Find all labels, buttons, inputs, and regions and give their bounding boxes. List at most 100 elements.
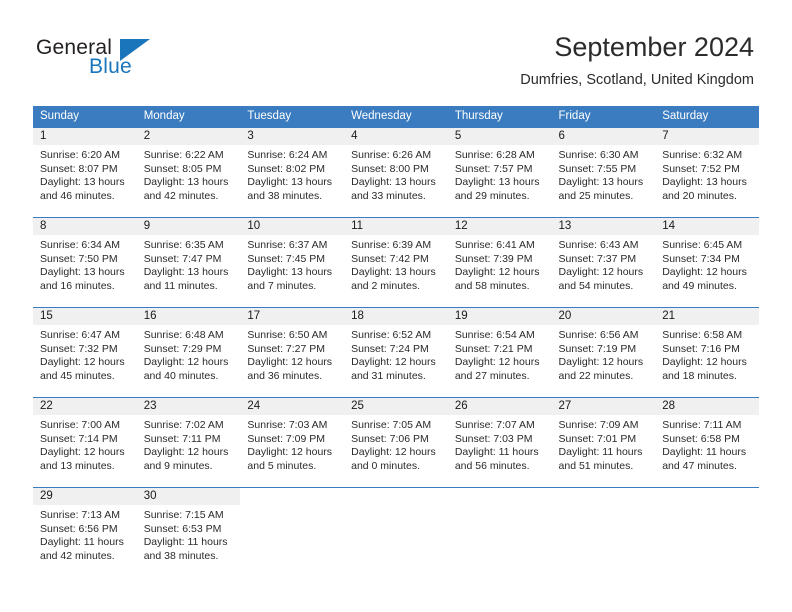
sunset-time: Sunset: 6:58 PM [662, 432, 740, 445]
calendar-day-cell[interactable]: 17 Sunrise: 6:50 AM Sunset: 7:27 PM Dayligh… [240, 307, 345, 398]
day-cell-content: 14 Sunrise: 6:45 AM Sunset: 7:34 PM Dayligh… [655, 218, 759, 307]
calendar-day-cell[interactable]: 24 Sunrise: 7:03 AM Sunset: 7:09 PM Dayligh… [240, 397, 345, 488]
daylight-duration-line2: and 11 minutes. [143, 279, 218, 292]
calendar-day-cell[interactable]: 8 Sunrise: 6:34 AM Sunset: 7:50 PM Daylight… [33, 217, 137, 308]
calendar-day-cell[interactable]: 10 Sunrise: 6:37 AM Sunset: 7:45 PM Dayligh… [240, 217, 345, 308]
daylight-duration-line2: and 27 minutes. [454, 369, 530, 382]
sunrise-time: Sunrise: 6:47 AM [40, 329, 120, 341]
day-sun-info: Sunrise: 6:47 AM Sunset: 7:32 PM Daylight:… [33, 325, 137, 383]
calendar-day-cell[interactable]: 18 Sunrise: 6:52 AM Sunset: 7:24 PM Dayligh… [344, 307, 448, 398]
sunset-time: Sunset: 7:16 PM [662, 342, 740, 355]
page-title: September 2024 [554, 32, 754, 62]
sunset-time: Sunset: 7:50 PM [40, 252, 118, 265]
sunrise-time: Sunrise: 6:41 AM [454, 239, 535, 251]
daylight-duration-line1: Daylight: 12 hours [247, 356, 333, 369]
calendar-day-cell[interactable]: 21 Sunrise: 6:58 AM Sunset: 7:16 PM Dayligh… [655, 307, 759, 398]
day-number: 7 [655, 128, 759, 145]
daylight-duration-line1: Daylight: 12 hours [143, 446, 229, 459]
day-sun-info: Sunrise: 6:35 AM Sunset: 7:47 PM Daylight:… [137, 235, 241, 293]
calendar-day-cell[interactable]: 7 Sunrise: 6:32 AM Sunset: 7:52 PM Daylight… [655, 127, 759, 218]
day-number: 12 [447, 218, 552, 235]
day-sun-info: Sunrise: 6:41 AM Sunset: 7:39 PM Daylight:… [448, 235, 552, 293]
daylight-duration-line1: Daylight: 12 hours [143, 356, 229, 369]
sunrise-time: Sunrise: 6:43 AM [558, 239, 639, 251]
day-sun-info: Sunrise: 7:03 AM Sunset: 7:09 PM Daylight:… [240, 415, 344, 473]
calendar-day-cell[interactable]: 25 Sunrise: 7:05 AM Sunset: 7:06 PM Dayligh… [344, 397, 448, 488]
daylight-duration-line2: and 29 minutes. [454, 189, 530, 202]
sunset-time: Sunset: 7:47 PM [143, 252, 222, 265]
daylight-duration-line2: and 42 minutes. [143, 189, 219, 202]
day-cell-content: 1 Sunrise: 6:20 AM Sunset: 8:07 PM Daylight… [33, 128, 137, 217]
calendar-day-cell[interactable]: 9 Sunrise: 6:35 AM Sunset: 7:47 PM Daylight… [136, 217, 241, 308]
day-sun-info: Sunrise: 6:34 AM Sunset: 7:50 PM Daylight:… [33, 235, 137, 293]
day-cell-content: 24 Sunrise: 7:03 AM Sunset: 7:09 PM Dayligh… [240, 398, 345, 487]
day-cell-content: 26 Sunrise: 7:07 AM Sunset: 7:03 PM Dayligh… [447, 398, 552, 487]
calendar-day-cell[interactable]: 5 Sunrise: 6:28 AM Sunset: 7:57 PM Daylight… [447, 127, 552, 218]
calendar-day-cell[interactable]: 26 Sunrise: 7:07 AM Sunset: 7:03 PM Dayligh… [447, 397, 552, 488]
daylight-duration-line2: and 22 minutes. [558, 369, 634, 382]
calendar-day-cell[interactable]: 16 Sunrise: 6:48 AM Sunset: 7:29 PM Dayligh… [136, 307, 241, 398]
day-sun-info: Sunrise: 6:58 AM Sunset: 7:16 PM Daylight:… [655, 325, 759, 383]
daylight-duration-line2: and 56 minutes. [454, 459, 530, 472]
calendar-day-cell[interactable]: 15 Sunrise: 6:47 AM Sunset: 7:32 PM Dayligh… [33, 307, 137, 398]
calendar-day-cell[interactable]: 3 Sunrise: 6:24 AM Sunset: 8:02 PM Daylight… [240, 127, 345, 218]
day-sun-info: Sunrise: 6:48 AM Sunset: 7:29 PM Daylight:… [137, 325, 241, 383]
calendar-day-cell[interactable]: 12 Sunrise: 6:41 AM Sunset: 7:39 PM Dayligh… [447, 217, 552, 308]
day-number: 25 [344, 398, 448, 415]
daylight-duration-line1: Daylight: 13 hours [558, 176, 644, 189]
calendar-day-cell[interactable]: 27 Sunrise: 7:09 AM Sunset: 7:01 PM Dayligh… [551, 397, 656, 488]
daylight-duration-line2: and 45 minutes. [40, 369, 115, 382]
day-cell-content: 10 Sunrise: 6:37 AM Sunset: 7:45 PM Dayligh… [240, 218, 345, 307]
daylight-duration-line1: Daylight: 13 hours [662, 176, 747, 189]
sunset-time: Sunset: 8:02 PM [247, 162, 326, 175]
weekday-header-sunday: Sunday [33, 106, 137, 128]
daylight-duration-line1: Daylight: 13 hours [143, 266, 229, 279]
day-number: 4 [344, 128, 448, 145]
calendar-day-cell[interactable]: 2 Sunrise: 6:22 AM Sunset: 8:05 PM Daylight… [136, 127, 241, 218]
calendar-day-cell[interactable]: 19 Sunrise: 6:54 AM Sunset: 7:21 PM Dayligh… [447, 307, 552, 398]
calendar-day-cell[interactable]: 11 Sunrise: 6:39 AM Sunset: 7:42 PM Dayligh… [344, 217, 448, 308]
daylight-duration-line2: and 2 minutes. [351, 279, 420, 292]
sunset-time: Sunset: 7:06 PM [351, 432, 429, 445]
daylight-duration-line1: Daylight: 13 hours [247, 266, 333, 279]
sunrise-time: Sunrise: 6:22 AM [143, 149, 224, 161]
sunrise-time: Sunrise: 6:45 AM [662, 239, 743, 251]
calendar-day-cell[interactable]: 28 Sunrise: 7:11 AM Sunset: 6:58 PM Dayligh… [655, 397, 759, 488]
calendar-day-cell[interactable]: 4 Sunrise: 6:26 AM Sunset: 8:00 PM Daylight… [344, 127, 448, 218]
daylight-duration-line2: and 9 minutes. [143, 459, 213, 472]
daylight-duration-line2: and 49 minutes. [662, 279, 737, 292]
sunset-time: Sunset: 7:09 PM [247, 432, 326, 445]
day-sun-info: Sunrise: 6:30 AM Sunset: 7:55 PM Daylight:… [552, 145, 656, 203]
calendar-day-cell[interactable]: 30 Sunrise: 7:15 AM Sunset: 6:53 PM Dayligh… [136, 487, 241, 577]
day-sun-info: Sunrise: 6:50 AM Sunset: 7:27 PM Daylight:… [240, 325, 344, 383]
calendar-day-cell[interactable]: 1 Sunrise: 6:20 AM Sunset: 8:07 PM Daylight… [33, 127, 137, 218]
sunrise-time: Sunrise: 7:11 AM [662, 419, 742, 431]
daylight-duration-line1: Daylight: 12 hours [454, 266, 540, 279]
day-sun-info: Sunrise: 7:07 AM Sunset: 7:03 PM Daylight:… [448, 415, 552, 473]
daylight-duration-line2: and 58 minutes. [454, 279, 530, 292]
daylight-duration-line1: Daylight: 12 hours [247, 446, 333, 459]
day-number: 21 [655, 308, 759, 325]
day-cell-content: 21 Sunrise: 6:58 AM Sunset: 7:16 PM Dayligh… [655, 308, 759, 397]
sunset-time: Sunset: 8:00 PM [351, 162, 429, 175]
calendar-day-cell[interactable]: 14 Sunrise: 6:45 AM Sunset: 7:34 PM Dayligh… [655, 217, 759, 308]
calendar-day-cell[interactable]: 20 Sunrise: 6:56 AM Sunset: 7:19 PM Dayligh… [551, 307, 656, 398]
calendar-cell-empty [344, 487, 448, 577]
daylight-duration-line2: and 51 minutes. [558, 459, 634, 472]
daylight-duration-line1: Daylight: 11 hours [558, 446, 643, 459]
calendar-body: 1 Sunrise: 6:20 AM Sunset: 8:07 PM Daylight… [33, 127, 759, 577]
day-number: 5 [447, 128, 552, 145]
calendar-day-cell[interactable]: 22 Sunrise: 7:00 AM Sunset: 7:14 PM Dayligh… [33, 397, 137, 488]
daylight-duration-line1: Daylight: 13 hours [40, 176, 125, 189]
daylight-duration-line2: and 13 minutes. [40, 459, 115, 472]
sunrise-time: Sunrise: 7:15 AM [143, 509, 224, 521]
calendar-day-cell[interactable]: 6 Sunrise: 6:30 AM Sunset: 7:55 PM Daylight… [551, 127, 656, 218]
general-blue-logo[interactable]: General Blue [36, 36, 206, 84]
sunset-time: Sunset: 7:29 PM [143, 342, 222, 355]
logo-text-blue: Blue [89, 55, 132, 78]
daylight-duration-line1: Daylight: 13 hours [454, 176, 540, 189]
calendar-day-cell[interactable]: 29 Sunrise: 7:13 AM Sunset: 6:56 PM Dayligh… [33, 487, 137, 577]
sunset-time: Sunset: 7:32 PM [40, 342, 118, 355]
calendar-day-cell[interactable]: 23 Sunrise: 7:02 AM Sunset: 7:11 PM Dayligh… [136, 397, 241, 488]
calendar-day-cell[interactable]: 13 Sunrise: 6:43 AM Sunset: 7:37 PM Dayligh… [551, 217, 656, 308]
